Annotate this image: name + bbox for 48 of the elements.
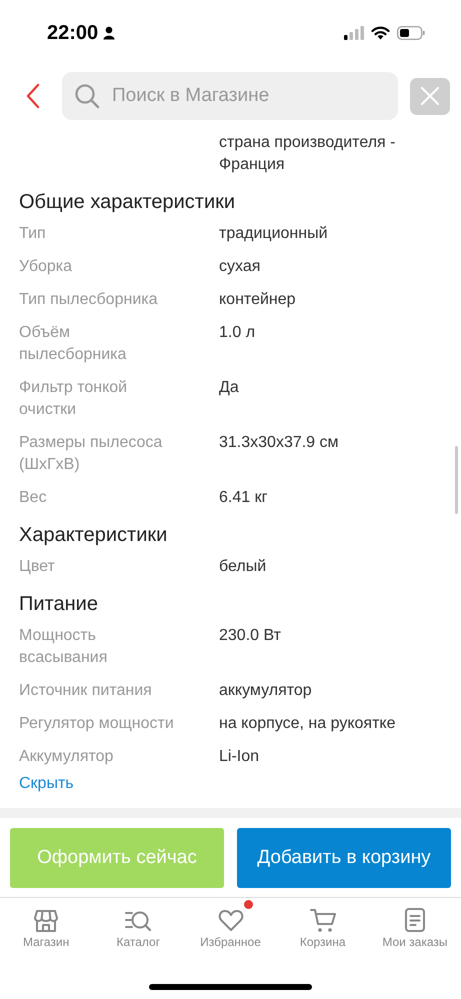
spec-value: 230.0 Вт [219, 626, 281, 646]
scrollbar [455, 446, 458, 514]
spec-label: Тип [19, 224, 46, 244]
hide-link[interactable]: Скрыть [19, 775, 74, 792]
section-title: Питание [18, 592, 99, 617]
signal-icon [344, 26, 364, 40]
spec-value: 6.41 кг [219, 488, 268, 508]
spec-value: аккумулятор [219, 681, 312, 701]
nav-item[interactable]: Магазин [0, 898, 92, 965]
section-title: Характеристики [18, 523, 168, 548]
search-icon [74, 83, 100, 109]
spec-value: 1.0 л [219, 323, 256, 343]
nav-item[interactable]: Каталог [92, 898, 184, 965]
clock-time: 22:00 [47, 22, 98, 44]
spec-value: традиционный [219, 224, 328, 244]
spec-value: Li-Ion [219, 747, 260, 767]
spec-label: Источник питания [19, 681, 152, 701]
wifi-icon [371, 26, 390, 40]
spec-label: Фильтр тонкой очистки [19, 378, 128, 420]
spec-label: Вес [19, 488, 47, 508]
nav-item[interactable]: Избранное [184, 898, 277, 965]
cart-icon [310, 907, 336, 933]
add-to-cart-button[interactable]: Добавить в корзину [237, 828, 451, 888]
spec-value: 31.3x30x37.9 см [219, 433, 339, 453]
search-field[interactable]: Поиск в Магазине [62, 72, 398, 120]
nav-item[interactable]: Корзина [276, 898, 369, 965]
spec-label: Аккумулятор [19, 747, 114, 767]
spec-value: сухая [219, 257, 260, 277]
heart-icon [218, 907, 244, 933]
person-icon [103, 26, 116, 40]
spec-value: страна производителя - Франция [219, 133, 396, 175]
spec-label: Мощность всасывания [19, 626, 108, 668]
back-icon[interactable] [25, 83, 41, 109]
section-title: Общие характеристики [18, 190, 236, 215]
spec-label: Регулятор мощности [19, 714, 174, 734]
battery-icon [397, 26, 425, 40]
spec-label: Уборка [19, 257, 72, 277]
spec-label: Цвет [19, 557, 55, 577]
spec-value: Да [219, 378, 239, 398]
close-icon [420, 86, 440, 106]
spec-label: Объём пылесборника [19, 323, 128, 365]
store-icon [33, 907, 60, 933]
spec-label: Тип пылесборника [19, 290, 158, 310]
spec-label: Размеры пылесоса (ШхГхВ) [19, 433, 164, 475]
spec-value: контейнер [219, 290, 296, 310]
nav-item[interactable]: Мои заказы [368, 898, 461, 965]
spec-value: белый [219, 557, 266, 577]
spec-value: на корпусе, на рукоятке [219, 714, 396, 734]
